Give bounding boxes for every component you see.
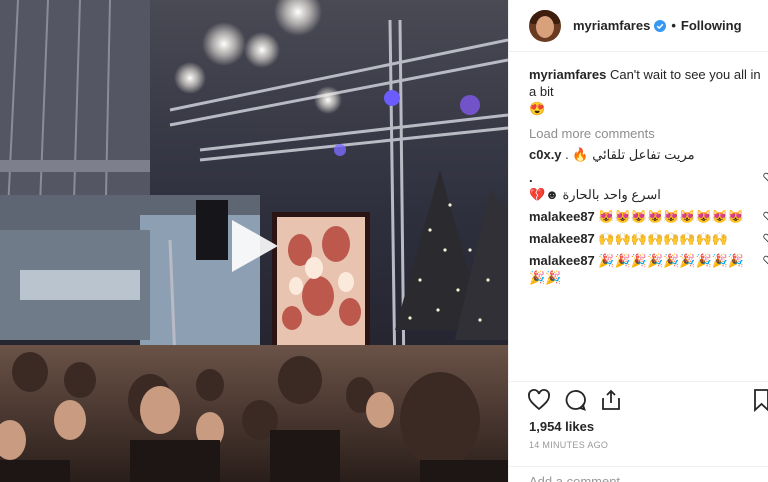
comment-icon[interactable]	[563, 388, 587, 412]
comment-username[interactable]: malakee87	[529, 253, 595, 268]
post-video[interactable]	[0, 0, 508, 482]
action-buttons	[527, 388, 623, 412]
comment-username[interactable]: malakee87	[529, 231, 595, 246]
like-comment-heart-icon[interactable]	[763, 172, 768, 182]
username-link[interactable]: myriamfares	[573, 18, 650, 33]
comments-list: myriamfares Can't wait to see you all in…	[529, 66, 768, 286]
heart-icon[interactable]	[527, 388, 551, 412]
post-sidebar: myriamfares • Following myriamfares Can'…	[508, 0, 768, 482]
post-caption: myriamfares Can't wait to see you all in…	[529, 66, 768, 117]
share-icon[interactable]	[599, 388, 623, 412]
post-timestamp[interactable]: 14 MINUTES AGO	[529, 440, 608, 450]
play-icon[interactable]	[226, 218, 282, 274]
comment-item: c0x.y مريت تفاعل تلقائي 🔥 .	[529, 146, 768, 163]
comment-text: 😻😻😻😻😻😻😻😻😻	[598, 209, 745, 224]
caption-username[interactable]: myriamfares	[529, 67, 606, 82]
comment-username[interactable]: malakee87	[529, 209, 595, 224]
comment-text: اسرع واحد بالحارة ☻💔	[529, 187, 661, 202]
separator-dot: •	[671, 18, 676, 33]
like-comment-heart-icon[interactable]	[763, 255, 768, 265]
comment-item: malakee87 🙌🙌🙌🙌🙌🙌🙌🙌	[529, 230, 768, 247]
comment-text: 🙌🙌🙌🙌🙌🙌🙌🙌	[598, 231, 728, 246]
comment-text: مريت تفاعل تلقائي 🔥 .	[565, 147, 695, 162]
instagram-post-modal: myriamfares • Following myriamfares Can'…	[0, 0, 768, 482]
post-actions: 1,954 likes 14 MINUTES AGO Add a comment…	[509, 381, 768, 482]
following-button[interactable]: Following	[681, 18, 742, 33]
verified-badge-icon	[654, 19, 667, 32]
post-header: myriamfares • Following	[509, 0, 768, 52]
likes-count[interactable]: 1,954 likes	[529, 419, 594, 434]
like-comment-heart-icon[interactable]	[763, 233, 768, 243]
comment-username[interactable]: .	[529, 170, 533, 185]
bookmark-icon[interactable]	[753, 388, 768, 413]
comment-item: malakee87 🎉🎉🎉🎉🎉🎉🎉🎉🎉🎉🎉	[529, 252, 768, 286]
comment-item: malakee87 😻😻😻😻😻😻😻😻😻	[529, 208, 768, 225]
avatar[interactable]	[529, 9, 561, 42]
add-comment-input[interactable]: Add a comment...	[509, 466, 768, 482]
comment-item: . اسرع واحد بالحارة ☻💔	[529, 169, 768, 203]
comment-username[interactable]: c0x.y	[529, 147, 562, 162]
load-more-comments-button[interactable]: Load more comments	[529, 126, 768, 141]
caption-emoji: 😍	[529, 101, 546, 116]
like-comment-heart-icon[interactable]	[763, 211, 768, 221]
